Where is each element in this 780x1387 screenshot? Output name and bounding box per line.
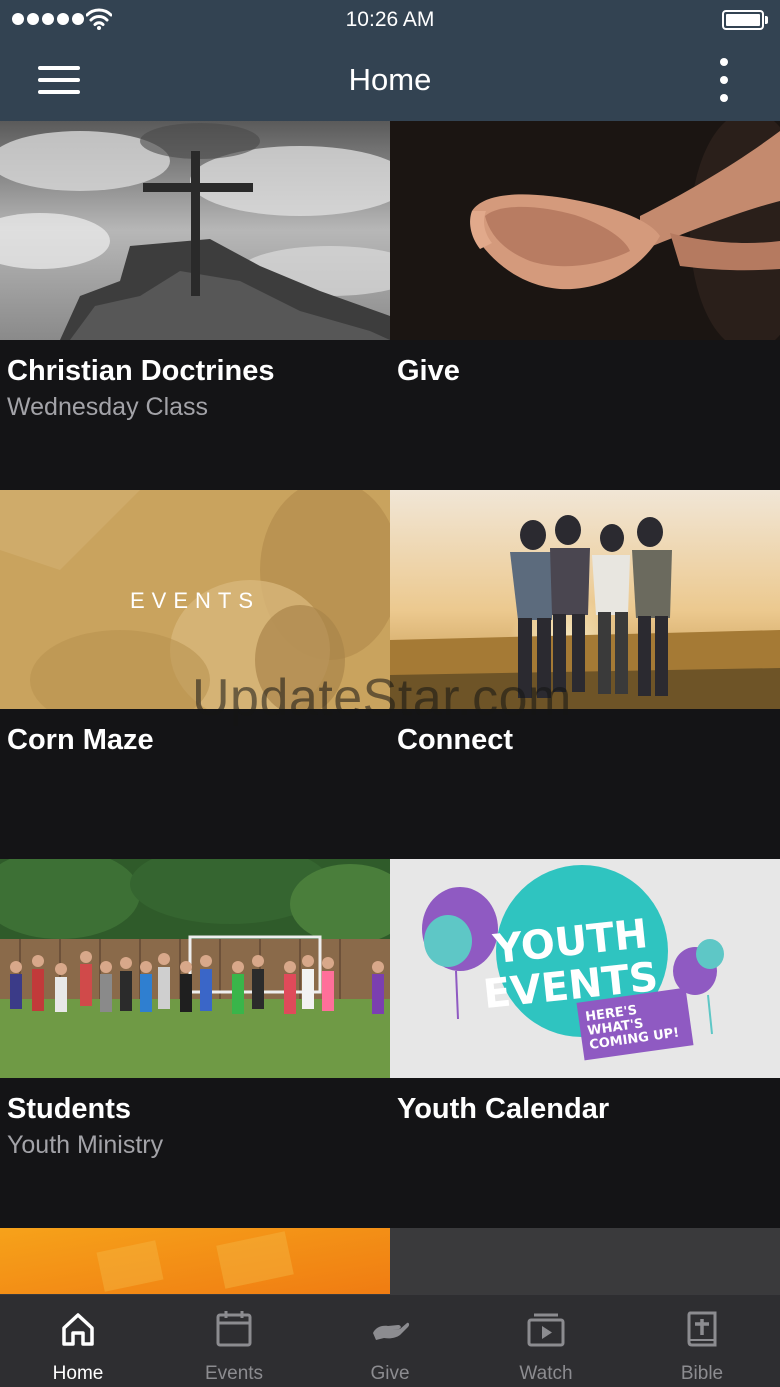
cross-on-rocks-photo (0, 121, 390, 340)
tile-corn-maze[interactable]: EVENTS Corn Maze (0, 490, 390, 859)
tile-students[interactable]: Students Youth Ministry (0, 859, 390, 1228)
content-grid: Christian Doctrines Wednesday Class Give (0, 121, 780, 1294)
youth-events-graphic: YOUTH EVENTS HERE'S WHAT'S COMING UP! (390, 859, 780, 1078)
tile-title: Corn Maze (7, 724, 154, 756)
tile-partial-right[interactable] (390, 1228, 780, 1294)
bible-icon (687, 1311, 717, 1347)
tile-youth-calendar[interactable]: YOUTH EVENTS HERE'S WHAT'S COMING UP! Yo… (390, 859, 780, 1228)
video-icon (527, 1313, 565, 1347)
tile-connect[interactable]: Connect (390, 490, 780, 859)
nav-bar: Home (0, 40, 780, 121)
calendar-icon (216, 1311, 252, 1347)
tile-subtitle: Wednesday Class (7, 393, 209, 421)
tile-partial-left[interactable] (0, 1228, 390, 1294)
tab-label: Home (52, 1363, 104, 1384)
tile-title: Youth Calendar (397, 1093, 610, 1125)
tile-title: Connect (397, 724, 513, 756)
tile-christian-doctrines[interactable]: Christian Doctrines Wednesday Class (0, 121, 390, 490)
tab-watch[interactable]: Watch (468, 1295, 624, 1387)
events-banner-text: EVENTS (130, 588, 260, 613)
tab-label: Give (370, 1363, 410, 1384)
tile-give[interactable]: Give (390, 121, 780, 490)
hamburger-menu-icon[interactable] (36, 62, 82, 98)
tab-label: Bible (680, 1363, 724, 1384)
more-vertical-icon[interactable] (712, 58, 736, 102)
tab-bible[interactable]: Bible (624, 1295, 780, 1387)
tab-give[interactable]: Give (312, 1295, 468, 1387)
status-bar: 10:26 AM (0, 0, 780, 40)
battery-icon (722, 10, 768, 30)
tab-label: Events (204, 1363, 264, 1384)
open-hands-photo (390, 121, 780, 340)
page-title: Home (348, 62, 432, 97)
status-time: 10:26 AM (345, 8, 435, 31)
tile-title: Christian Doctrines (7, 355, 275, 387)
tile-subtitle: Youth Ministry (7, 1131, 164, 1159)
tile-title: Give (397, 355, 460, 387)
home-icon (62, 1313, 94, 1346)
tab-home[interactable]: Home (0, 1295, 156, 1387)
tab-events[interactable]: Events (156, 1295, 312, 1387)
friends-sunset-photo (390, 490, 780, 709)
tab-bar: Home Events Give Watch Bible (0, 1294, 780, 1387)
students-group-photo (0, 859, 390, 1078)
tab-label: Watch (519, 1363, 573, 1384)
give-hand-icon (373, 1322, 410, 1340)
tile-title: Students (7, 1093, 132, 1125)
orange-banner-photo (0, 1228, 390, 1294)
events-banner-photo: EVENTS (0, 490, 390, 709)
